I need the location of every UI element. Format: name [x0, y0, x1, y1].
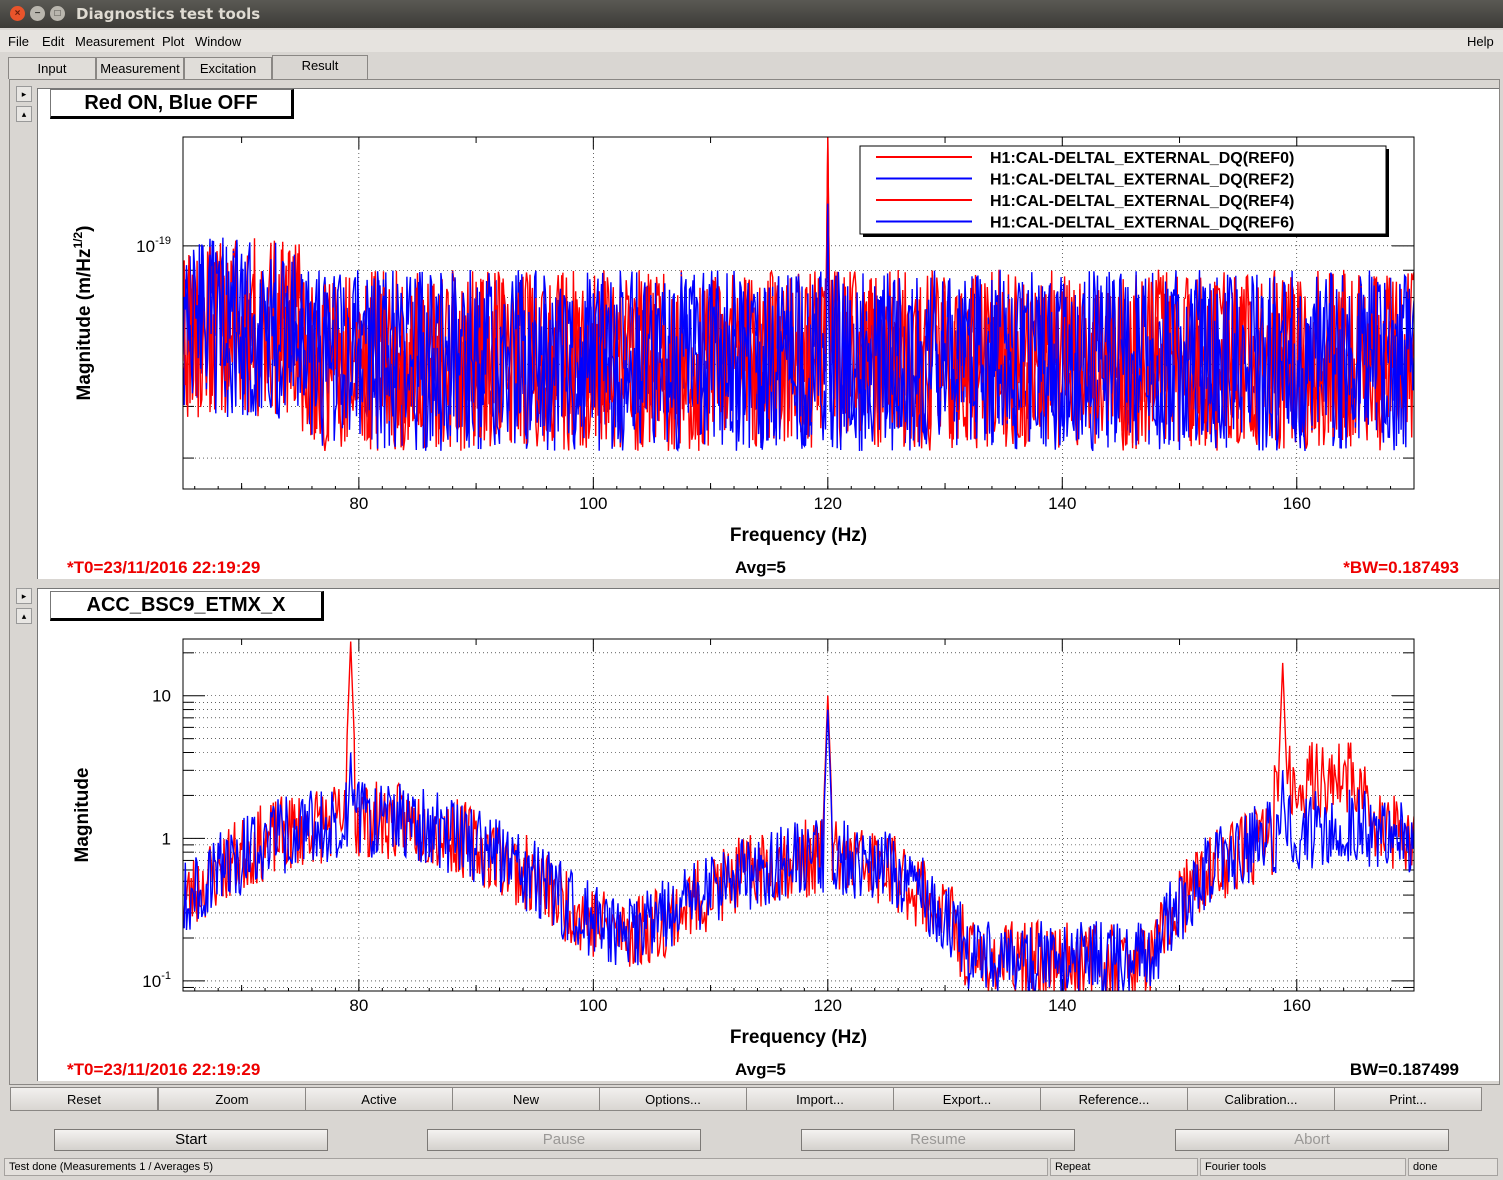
reference-button[interactable]: Reference...	[1040, 1087, 1188, 1111]
x-tick-label: 160	[1283, 494, 1311, 513]
status-state: done	[1408, 1158, 1498, 1176]
pause-button[interactable]: Pause	[427, 1129, 701, 1151]
y-axis-label: Magnitude	[72, 768, 93, 863]
legend-entry: H1:CAL-DELTAL_EXTERNAL_DQ(REF2)	[990, 172, 1294, 189]
x-tick-label: 120	[814, 494, 842, 513]
x-axis-label: Frequency (Hz)	[730, 525, 867, 546]
status-repeat: Repeat	[1050, 1158, 1198, 1176]
tab-result[interactable]: Result	[272, 55, 368, 80]
plot-1-canvas[interactable]: 80 100 120 140 160 10-19 Frequency (Hz) Magnitu…	[38, 89, 1499, 579]
x-tick-label: 80	[349, 996, 368, 1015]
menu-file[interactable]: File	[8, 34, 29, 49]
legend-entry: H1:CAL-DELTAL_EXTERNAL_DQ(REF4)	[990, 193, 1294, 210]
legend-entry: H1:CAL-DELTAL_EXTERNAL_DQ(REF6)	[990, 215, 1294, 232]
title-bar: × − □ Diagnostics test tools	[0, 0, 1503, 28]
x-tick-label: 80	[349, 494, 368, 513]
x-tick-label: 120	[814, 996, 842, 1015]
resume-button[interactable]: Resume	[801, 1129, 1075, 1151]
menu-plot[interactable]: Plot	[162, 34, 184, 49]
panel1-expand-icon[interactable]: ▸	[16, 86, 32, 102]
y-tick-label: 10-19	[136, 235, 171, 256]
menu-help[interactable]: Help	[1467, 34, 1494, 49]
menu-window[interactable]: Window	[195, 34, 241, 49]
print-button[interactable]: Print...	[1334, 1087, 1482, 1111]
plot-1-avg: Avg=5	[735, 558, 786, 577]
zoom-button[interactable]: Zoom	[158, 1087, 306, 1111]
start-button[interactable]: Start	[54, 1129, 328, 1151]
import-button[interactable]: Import...	[746, 1087, 894, 1111]
panel2-expand-icon[interactable]: ▸	[16, 588, 32, 604]
x-tick-label: 140	[1048, 996, 1076, 1015]
panel2-collapse-icon[interactable]: ▴	[16, 608, 32, 624]
tab-excitation[interactable]: Excitation	[184, 57, 272, 79]
plot-2-t0: *T0=23/11/2016 22:19:29	[67, 1060, 261, 1079]
plot-1-title[interactable]: Red ON, Blue OFF	[50, 89, 294, 119]
y-tick-label: 1	[162, 829, 171, 848]
plot-2-canvas[interactable]: 80 100 120 140 160 10 1 10-1 Frequency (Hz) Magni…	[38, 589, 1499, 1081]
close-icon[interactable]: ×	[10, 6, 25, 21]
legend-entry: H1:CAL-DELTAL_EXTERNAL_DQ(REF0)	[990, 150, 1294, 167]
new-button[interactable]: New	[452, 1087, 600, 1111]
plot-1-t0: *T0=23/11/2016 22:19:29	[67, 558, 261, 577]
status-message: Test done (Measurements 1 / Averages 5)	[4, 1158, 1048, 1176]
y-tick-label: 10	[152, 687, 171, 706]
y-axis-label: Magnitude (m/Hz1/2)	[71, 225, 95, 400]
menu-bar: File Edit Measurement Plot Window Help	[0, 30, 1503, 52]
panel1-collapse-icon[interactable]: ▴	[16, 106, 32, 122]
calibration-button[interactable]: Calibration...	[1187, 1087, 1335, 1111]
x-tick-label: 100	[579, 996, 607, 1015]
plot-2-avg: Avg=5	[735, 1060, 786, 1079]
minimize-icon[interactable]: −	[30, 6, 45, 21]
reset-button[interactable]: Reset	[10, 1087, 158, 1111]
export-button[interactable]: Export...	[893, 1087, 1041, 1111]
x-axis-label: Frequency (Hz)	[730, 1027, 867, 1048]
tab-input[interactable]: Input	[8, 57, 96, 79]
window-title: Diagnostics test tools	[76, 5, 261, 23]
options-button[interactable]: Options...	[599, 1087, 747, 1111]
plot-1-bw: *BW=0.187493	[1343, 558, 1459, 577]
plot-panel-1[interactable]: 80 100 120 140 160 10-19 Frequency (Hz) Magnitu…	[37, 88, 1499, 579]
plot-panel-2[interactable]: 80 100 120 140 160 10 1 10-1 Frequency (Hz) Magni…	[37, 588, 1499, 1081]
plot-2-title[interactable]: ACC_BSC9_ETMX_X	[50, 591, 324, 621]
active-button[interactable]: Active	[305, 1087, 453, 1111]
maximize-icon[interactable]: □	[50, 6, 65, 21]
menu-edit[interactable]: Edit	[42, 34, 64, 49]
menu-measurement[interactable]: Measurement	[75, 34, 154, 49]
tab-measurement[interactable]: Measurement	[96, 57, 184, 79]
plot-2-bw: BW=0.187499	[1349, 1060, 1459, 1079]
x-tick-label: 160	[1283, 996, 1311, 1015]
x-tick-label: 100	[579, 494, 607, 513]
abort-button[interactable]: Abort	[1175, 1129, 1449, 1151]
x-tick-label: 140	[1048, 494, 1076, 513]
status-tool: Fourier tools	[1200, 1158, 1406, 1176]
y-tick-label: 10-1	[142, 970, 171, 991]
